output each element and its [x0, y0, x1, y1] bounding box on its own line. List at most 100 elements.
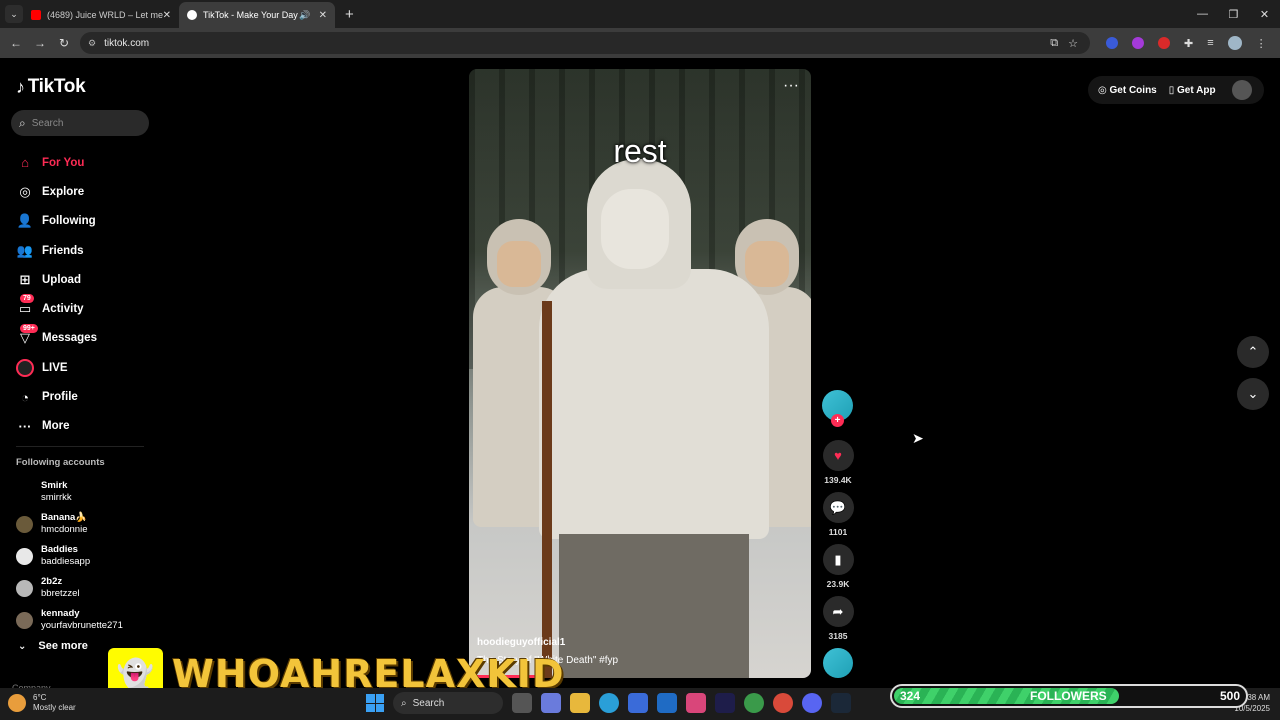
extension-red-icon[interactable] — [1158, 37, 1170, 49]
forward-icon[interactable]: → — [28, 36, 52, 50]
see-more-button[interactable]: ⌄ See more — [18, 640, 88, 652]
heart-icon[interactable]: ♥ — [822, 440, 854, 471]
bookmark-star-icon[interactable]: ☆ — [1068, 37, 1078, 50]
account-handle: hmcdonnie — [41, 524, 88, 535]
windows-start-icon[interactable] — [366, 694, 384, 712]
previous-video-button[interactable]: ⌃ — [1237, 336, 1269, 368]
get-app-button[interactable]: ▯ Get App — [1169, 85, 1216, 96]
nav-explore[interactable]: ◎ Explore — [16, 177, 97, 206]
chrome-alt-icon[interactable] — [773, 693, 793, 713]
nav-live[interactable]: LIVE — [16, 353, 97, 382]
comment-icon[interactable]: 💬 — [822, 492, 854, 523]
following-icon: 👤 — [16, 213, 34, 229]
following-account[interactable]: Baddies baddiesapp — [16, 540, 123, 572]
cast-icon[interactable]: ⧉ — [1050, 37, 1058, 50]
avatar — [16, 547, 33, 565]
maximize-icon[interactable]: ❐ — [1218, 8, 1249, 21]
profile-avatar[interactable] — [1231, 80, 1252, 100]
nav-messages[interactable]: ▽ 99+ Messages — [16, 323, 97, 353]
copilot-icon[interactable] — [541, 693, 561, 713]
tab-youtube[interactable]: (4689) Juice WRLD – Let me kn ✕ — [23, 2, 179, 28]
share-action[interactable]: ➦ 3185 — [822, 596, 854, 641]
nav-label: More — [42, 420, 70, 433]
save-action[interactable]: ▮ 23.9K — [822, 544, 854, 589]
tab-tiktok[interactable]: TikTok - Make Your Day 🔊 ✕ — [179, 2, 335, 28]
get-app-label: Get App — [1177, 84, 1216, 96]
edge-icon[interactable] — [599, 693, 619, 713]
minimize-icon[interactable]: — — [1187, 8, 1218, 20]
next-video-button[interactable]: ⌄ — [1237, 378, 1269, 410]
nav-friends[interactable]: 👥 Friends — [16, 236, 97, 265]
back-icon[interactable]: ← — [4, 36, 28, 50]
instagram-icon[interactable] — [686, 693, 706, 713]
avatar — [16, 483, 33, 501]
logo-text: TikTok — [27, 76, 86, 97]
close-tab-icon[interactable]: ✕ — [163, 10, 171, 21]
weather-temp: 6°C — [33, 693, 47, 702]
following-account[interactable]: kennady yourfavbrunette271 — [16, 604, 123, 636]
sound-avatar[interactable] — [823, 648, 853, 678]
search-icon: ⌕ — [401, 697, 407, 709]
discord-icon[interactable] — [802, 693, 822, 713]
media-icon[interactable]: ≡ — [1207, 37, 1213, 49]
follow-plus-icon[interactable]: + — [831, 414, 844, 427]
url-input[interactable]: ⚙ tiktok.com ⧉ ☆ — [80, 32, 1090, 54]
nav-profile[interactable]: ◔ Profile — [16, 382, 97, 411]
nav-label: Following — [42, 215, 96, 228]
site-info-icon[interactable]: ⚙ — [88, 38, 96, 49]
nav-activity[interactable]: ▭ 79 Activity — [16, 294, 97, 323]
close-tab-icon[interactable]: ✕ — [319, 10, 327, 21]
comment-action[interactable]: 💬 1101 — [822, 492, 854, 537]
chrome-icon[interactable] — [744, 693, 764, 713]
steam-icon[interactable] — [831, 693, 851, 713]
nav-for-you[interactable]: ⌂ For You — [16, 148, 97, 177]
following-account[interactable]: Banana🍌 hmcdonnie — [16, 508, 123, 540]
tab-title: TikTok - Make Your Day — [203, 10, 298, 20]
following-account[interactable]: 2b2z bbretzzel — [16, 572, 123, 604]
nav-following[interactable]: 👤 Following — [16, 207, 97, 236]
account-name: kennady — [41, 608, 80, 619]
taskbar-search[interactable]: ⌕ Search — [393, 692, 503, 714]
nav-label: Explore — [42, 185, 85, 198]
speaker-icon[interactable]: 🔊 — [299, 10, 310, 21]
new-tab-button[interactable]: + — [345, 6, 354, 23]
file-explorer-icon[interactable] — [570, 693, 590, 713]
menu-kebab-icon[interactable]: ⋮ — [1256, 37, 1267, 50]
main-soldier-figure — [539, 159, 769, 678]
after-effects-icon[interactable] — [715, 693, 735, 713]
profile-avatar-icon[interactable] — [1227, 36, 1242, 50]
followers-current: 324 — [900, 689, 921, 703]
like-action[interactable]: ♥ 139.4K — [822, 440, 854, 485]
tab-search-button[interactable]: ⌄ — [5, 5, 23, 23]
divider — [16, 446, 144, 447]
nav-more[interactable]: ··· More — [16, 412, 97, 441]
weather-icon — [8, 694, 26, 712]
outlook-icon[interactable] — [657, 693, 677, 713]
video-more-options-icon[interactable]: ··· — [783, 77, 799, 95]
nav-upload[interactable]: ⊞ Upload — [16, 265, 97, 294]
address-bar: ← → ↻ ⚙ tiktok.com ⧉ ☆ ✚ ≡ ⋮ — [0, 28, 1280, 58]
share-icon[interactable]: ➦ — [822, 596, 854, 627]
messages-icon: ▽ — [20, 330, 30, 346]
task-view-icon[interactable] — [512, 693, 532, 713]
browser-tab-bar: ⌄ (4689) Juice WRLD – Let me kn ✕ TikTok… — [0, 0, 1280, 28]
account-handle: bbretzzel — [41, 588, 80, 599]
puzzle-icon[interactable]: ✚ — [1184, 37, 1193, 50]
close-window-icon[interactable]: ✕ — [1249, 8, 1280, 21]
weather-widget[interactable]: 6°C Mostly clear — [8, 693, 76, 713]
extension-purple-icon[interactable] — [1132, 37, 1144, 49]
get-coins-button[interactable]: ◎ Get Coins — [1098, 85, 1157, 96]
tiktok-logo[interactable]: ♪ TikTok — [16, 76, 86, 98]
creator-avatar[interactable]: + — [822, 390, 853, 427]
video-player[interactable]: rest ··· hoodieguyofficial1 The Story of… — [469, 69, 811, 678]
search-input[interactable]: ⌕ Search — [11, 110, 149, 136]
bookmark-icon[interactable]: ▮ — [822, 544, 854, 575]
more-icon: ··· — [18, 418, 32, 434]
video-username[interactable]: hoodieguyofficial1 — [477, 637, 565, 648]
reload-icon[interactable]: ↻ — [52, 36, 76, 50]
store-icon[interactable] — [628, 693, 648, 713]
url-text: tiktok.com — [104, 37, 150, 49]
sidebar: ♪ TikTok ⌕ Search ⌂ For You ◎ Explore 👤 … — [0, 58, 160, 720]
following-account[interactable]: Smirk smirrkk — [16, 476, 123, 508]
extension-blue-icon[interactable] — [1106, 37, 1118, 49]
